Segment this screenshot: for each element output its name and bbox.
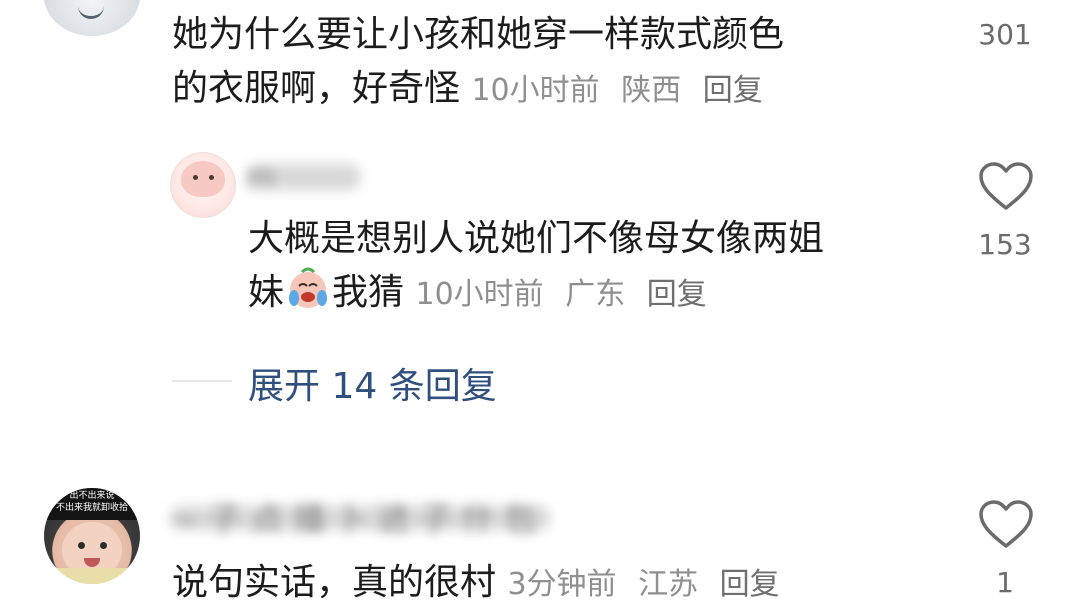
comment-text-fragment: 说句实话，真的很村 xyxy=(172,562,497,603)
comment-text-fragment: 妹 xyxy=(248,272,285,313)
avatar-caption: 出不出来说 xyxy=(69,491,115,501)
comment-time: 10小时前 xyxy=(415,277,544,312)
reply-button[interactable]: 回复 xyxy=(720,567,780,602)
comment-text-line: 大概是想别人说她们不像母女像两姐 xyxy=(248,218,825,259)
comment-text-line: 的衣服啊，好奇怪 10小时前 陕西 回复 xyxy=(172,62,932,118)
comment-text-fragment: 的衣服啊，好奇怪 xyxy=(172,68,461,109)
comment-location: 陕西 xyxy=(621,73,682,108)
comment-text-line: 妹 我猜 10小时前 广东 回复 xyxy=(248,266,948,322)
comment-text: 她为什么要让小孩和她穿一样款式颜色 的衣服啊，好奇怪 10小时前 陕西 回复 xyxy=(172,8,932,118)
like-heart-icon[interactable] xyxy=(978,162,1034,212)
comment-meta: 3分钟前 江苏 回复 xyxy=(507,567,791,602)
avatar[interactable]: 出不出来说 不出来我就卸收拾 xyxy=(44,488,140,584)
comment-meta: 10小时前 广东 回复 xyxy=(415,277,718,312)
username-text: ~ 子 点 播 卜 进 子 什 包 xyxy=(172,500,537,538)
like-count: 301 xyxy=(978,18,1032,51)
username[interactable]: m xyxy=(246,160,366,200)
like-count: 153 xyxy=(978,228,1032,261)
comment-text-fragment: 我猜 xyxy=(332,272,405,313)
comment-text: 大概是想别人说她们不像母女像两姐 妹 我猜 10小时前 广东 回复 xyxy=(248,212,948,322)
avatar[interactable] xyxy=(44,0,140,36)
avatar-caption: 不出来我就卸收拾 xyxy=(55,503,128,513)
comment-text-line: 她为什么要让小孩和她穿一样款式颜色 xyxy=(172,14,785,55)
avatar[interactable] xyxy=(170,152,236,218)
divider xyxy=(172,380,232,382)
expand-replies-button[interactable]: 展开 14 条回复 xyxy=(248,357,497,409)
comment-time: 10小时前 xyxy=(471,73,600,108)
reply-button[interactable]: 回复 xyxy=(647,277,707,312)
comment-time: 3分钟前 xyxy=(507,567,617,602)
crying-laughing-emoji xyxy=(289,267,328,308)
comment-meta: 10小时前 陕西 回复 xyxy=(471,73,774,108)
username[interactable]: ~ 子 点 播 卜 进 子 什 包 xyxy=(170,492,560,538)
username-text: m xyxy=(248,160,276,193)
comment-location: 广东 xyxy=(565,277,626,312)
comment-text: 说句实话，真的很村 3分钟前 江苏 回复 xyxy=(172,556,932,612)
like-heart-icon[interactable] xyxy=(978,500,1034,550)
like-count: 1 xyxy=(996,566,1014,599)
reply-button[interactable]: 回复 xyxy=(703,73,763,108)
comment-location: 江苏 xyxy=(638,567,699,602)
